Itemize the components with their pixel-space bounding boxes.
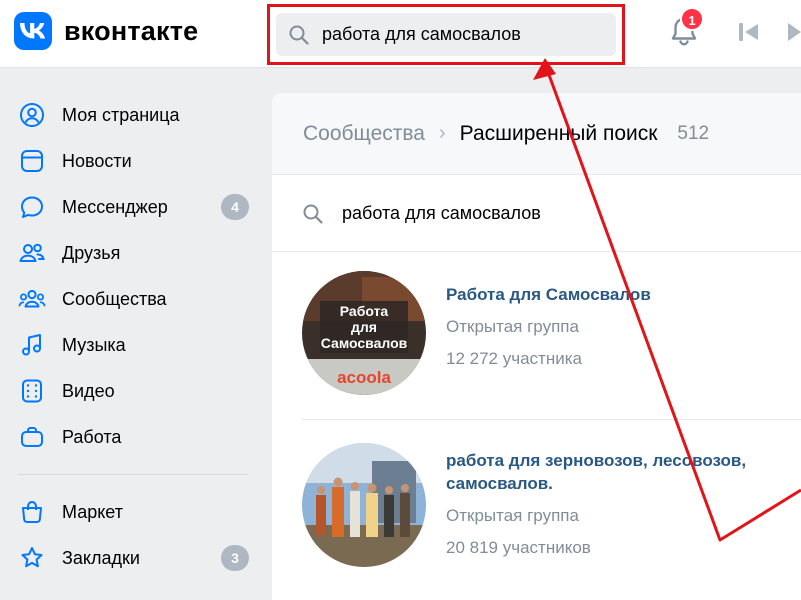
video-icon <box>18 377 46 405</box>
search-icon <box>303 204 323 224</box>
chevron-right-icon: › <box>439 122 446 144</box>
notification-badge: 1 <box>680 7 704 31</box>
community-name-link[interactable]: работа для зерновозов, лесовозов, самосв… <box>446 449 796 495</box>
community-type: Открытая группа <box>446 506 579 525</box>
community-info: работа для зерновозов, лесовозов, самосв… <box>446 449 796 559</box>
star-icon <box>18 544 46 572</box>
left-sidebar: Моя страница Новости Мессенджер 4 Друзья… <box>0 92 262 581</box>
bag-icon <box>18 498 46 526</box>
community-avatar[interactable]: Работа для Самосвалов acoola <box>302 271 426 395</box>
sidebar-item-communities[interactable]: Сообщества <box>0 276 262 322</box>
community-info: Работа для Самосвалов Открытая группа 12… <box>446 283 796 370</box>
result-count: 512 <box>677 122 710 144</box>
sidebar-item-label: Видео <box>62 380 115 401</box>
sidebar-item-label: Музыка <box>62 334 126 355</box>
communities-search-input[interactable]: работа для самосвалов <box>272 176 801 252</box>
community-name-link[interactable]: Работа для Самосвалов <box>446 283 796 306</box>
avatar-brand: acoola <box>337 368 391 387</box>
music-icon <box>18 331 46 359</box>
vk-logo[interactable]: вконтакте <box>14 12 198 50</box>
sidebar-item-label: Сообщества <box>62 288 167 309</box>
sidebar-item-bookmarks[interactable]: Закладки 3 <box>0 535 262 581</box>
avatar-title-line1: Работа <box>340 303 389 319</box>
sidebar-item-jobs[interactable]: Работа <box>0 414 262 460</box>
bookmarks-count-badge: 3 <box>221 545 249 571</box>
logo-text: вконтакте <box>64 15 199 46</box>
community-type: Открытая группа <box>446 317 579 336</box>
message-icon <box>18 193 46 221</box>
search-icon <box>289 25 309 45</box>
sidebar-item-label: Друзья <box>62 242 121 263</box>
friends-icon <box>18 239 46 267</box>
vk-logo-icon <box>14 12 52 50</box>
sidebar-divider <box>18 474 248 475</box>
list-divider <box>302 419 801 420</box>
sidebar-item-messenger[interactable]: Мессенджер 4 <box>0 184 262 230</box>
sidebar-item-my-page[interactable]: Моя страница <box>0 92 262 138</box>
community-members: 20 819 участников <box>446 538 591 557</box>
community-card: Работа для Самосвалов acoola Работа для … <box>272 265 801 415</box>
avatar-title-line2: для <box>351 319 377 335</box>
sidebar-item-video[interactable]: Видео <box>0 368 262 414</box>
breadcrumb: Сообщества › Расширенный поиск 512 <box>272 93 801 175</box>
play-icon[interactable] <box>786 21 801 43</box>
search-highlight-box: работа для самосвалов <box>267 4 625 65</box>
header-search-input[interactable]: работа для самосвалов <box>276 13 616 56</box>
sidebar-item-label: Закладки <box>62 547 140 568</box>
sidebar-item-friends[interactable]: Друзья <box>0 230 262 276</box>
sidebar-item-music[interactable]: Музыка <box>0 322 262 368</box>
community-card: работа для зерновозов, лесовозов, самосв… <box>272 437 801 587</box>
header-search-value: работа для самосвалов <box>322 24 521 44</box>
sidebar-item-label: Новости <box>62 150 132 171</box>
community-members: 12 272 участника <box>446 349 582 368</box>
top-bar: вконтакте работа для самосвалов 1 <box>0 0 801 68</box>
communities-search-value: работа для самосвалов <box>342 203 541 223</box>
briefcase-icon <box>18 423 46 451</box>
user-circle-icon <box>18 101 46 129</box>
sidebar-item-market[interactable]: Маркет <box>0 489 262 535</box>
communities-icon <box>18 285 46 313</box>
sidebar-item-label: Моя страница <box>62 104 180 125</box>
unread-count-badge: 4 <box>221 194 249 220</box>
sidebar-item-news[interactable]: Новости <box>0 138 262 184</box>
page-title: Расширенный поиск <box>459 121 658 145</box>
search-results-panel: Сообщества › Расширенный поиск 512 работ… <box>272 93 801 600</box>
sidebar-item-label: Мессенджер <box>62 196 168 217</box>
sidebar-item-label: Маркет <box>62 501 123 522</box>
sidebar-item-label: Работа <box>62 426 122 447</box>
news-icon <box>18 147 46 175</box>
avatar-title-line3: Самосвалов <box>321 335 408 351</box>
community-avatar[interactable] <box>302 443 426 567</box>
previous-track-icon[interactable] <box>738 22 760 42</box>
breadcrumb-communities-link[interactable]: Сообщества <box>303 122 425 146</box>
